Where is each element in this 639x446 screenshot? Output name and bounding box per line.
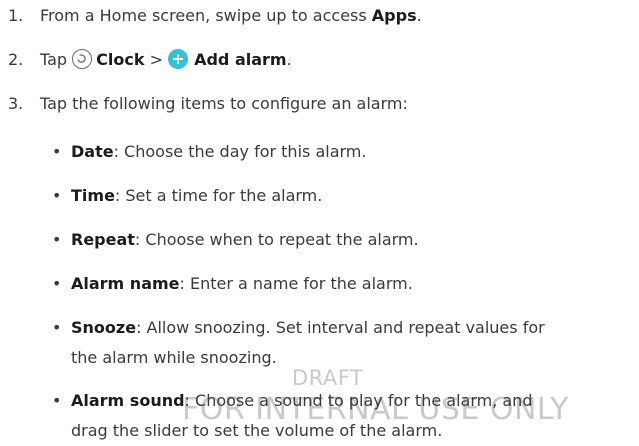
step-number: 1. bbox=[8, 6, 24, 25]
clock-label: Clock bbox=[96, 50, 145, 69]
add-alarm-label: Add alarm bbox=[194, 50, 287, 69]
bullet-term: Date bbox=[71, 142, 114, 161]
bullet-dot: • bbox=[52, 391, 62, 410]
bullet-desc-cont: the alarm while snoozing. bbox=[71, 348, 277, 367]
bullet-term: Time bbox=[71, 186, 115, 205]
bullet-dot: • bbox=[52, 142, 62, 161]
step-text: Tap the following items to configure an … bbox=[40, 94, 408, 113]
bullet-snooze: • Snooze: Allow snoozing. Set interval a… bbox=[52, 313, 545, 373]
apps-label: Apps bbox=[371, 6, 417, 25]
step-2: 2. Tap Clock > Add alarm. bbox=[8, 48, 292, 72]
add-icon bbox=[168, 49, 189, 69]
bullet-desc-cont: drag the slider to set the volume of the… bbox=[71, 421, 443, 440]
bullet-desc: : Choose when to repeat the alarm. bbox=[134, 230, 419, 249]
bullet-desc: : Choose the day for this alarm. bbox=[113, 142, 367, 161]
step-text: From a Home screen, swipe up to access bbox=[40, 6, 372, 25]
bullet-dot: • bbox=[52, 318, 62, 337]
bullet-alarm-name: • Alarm name: Enter a name for the alarm… bbox=[52, 269, 413, 299]
step-number: 2. bbox=[8, 50, 24, 69]
clock-icon bbox=[72, 49, 93, 69]
bullet-date: • Date: Choose the day for this alarm. bbox=[52, 137, 366, 167]
step-text: Tap bbox=[40, 50, 73, 69]
bullet-time: • Time: Set a time for the alarm. bbox=[52, 181, 322, 211]
bullet-desc: : Enter a name for the alarm. bbox=[179, 274, 413, 293]
bullet-term: Alarm sound bbox=[71, 391, 185, 410]
step-1: 1. From a Home screen, swipe up to access… bbox=[8, 4, 422, 28]
bullet-dot: • bbox=[52, 186, 62, 205]
bullet-repeat: • Repeat: Choose when to repeat the alar… bbox=[52, 225, 419, 255]
bullet-alarm-sound: • Alarm sound: Choose a sound to play fo… bbox=[52, 386, 532, 446]
bullet-dot: • bbox=[52, 274, 62, 293]
step-number: 3. bbox=[8, 94, 24, 113]
bullet-term: Alarm name bbox=[71, 274, 180, 293]
step-3: 3. Tap the following items to configure a… bbox=[8, 92, 408, 116]
bullet-dot: • bbox=[52, 230, 62, 249]
bullet-term: Snooze bbox=[71, 318, 137, 337]
document-page: DRAFT FOR INTERNAL USE ONLY 1. From a Hom… bbox=[0, 0, 639, 446]
bullet-desc: : Set a time for the alarm. bbox=[114, 186, 323, 205]
bullet-term: Repeat bbox=[71, 230, 135, 249]
bullet-desc: : Choose a sound to play for the alarm, … bbox=[184, 391, 533, 410]
bullet-desc: : Allow snoozing. Set interval and repea… bbox=[136, 318, 545, 337]
